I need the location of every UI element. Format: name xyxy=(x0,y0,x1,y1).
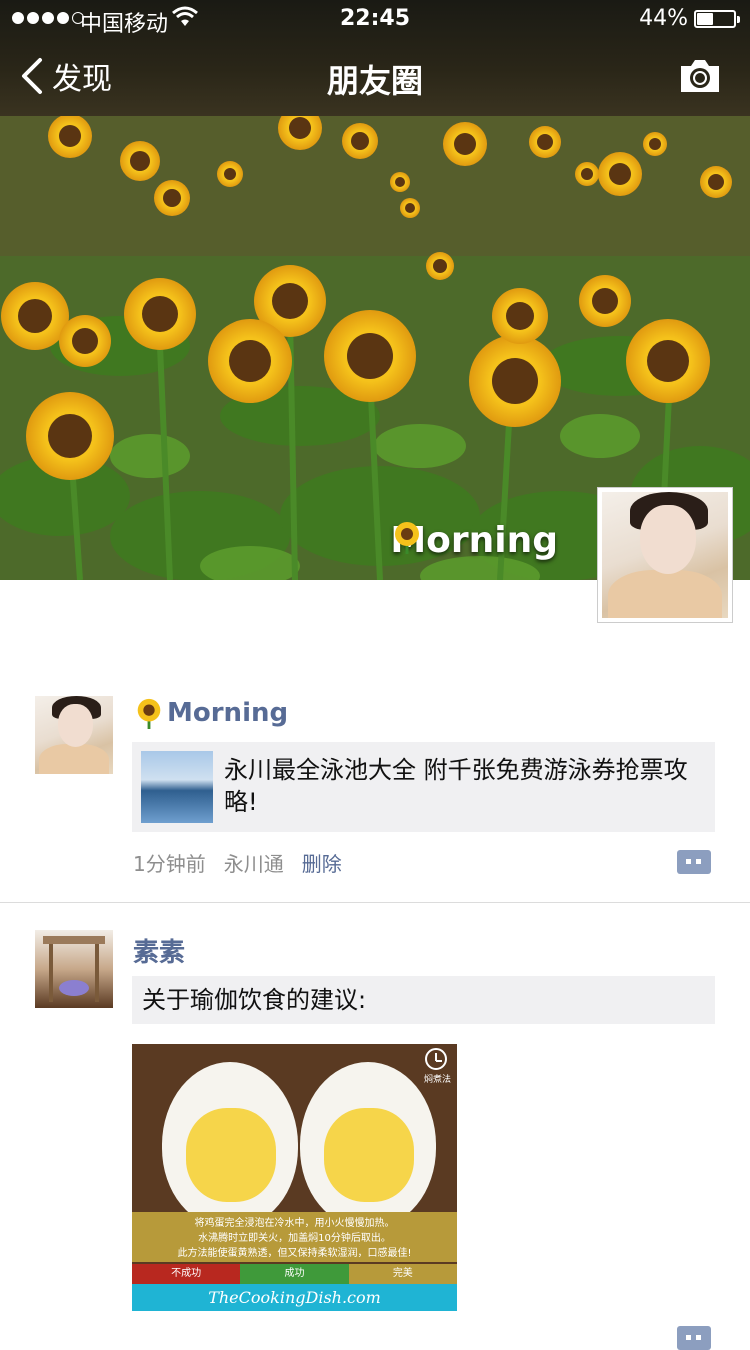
sunflower-icon xyxy=(395,522,420,554)
image-brand: TheCookingDish.com xyxy=(132,1284,457,1311)
comment-icon[interactable] xyxy=(677,850,711,874)
divider xyxy=(0,902,750,903)
camera-icon[interactable] xyxy=(678,58,722,94)
caption-line: 此方法能使蛋黄熟透，但又保持柔软湿润，口感最佳! xyxy=(177,1248,412,1259)
clock-time: 22:45 xyxy=(339,6,411,31)
post-author-name[interactable]: Morning xyxy=(133,696,288,730)
post-author-avatar[interactable] xyxy=(35,930,113,1008)
status-bar: 中国移动 22:45 44% xyxy=(0,0,750,40)
post-source[interactable]: 永川通 xyxy=(224,848,284,877)
post-meta: 1分钟前 永川通 删除 xyxy=(133,848,342,877)
caption-line: 水沸腾时立即关火，加盖焖10分钟后取出。 xyxy=(198,1233,391,1244)
post-text: 关于瑜伽饮食的建议: xyxy=(132,976,715,1024)
post-time: 1分钟前 xyxy=(133,852,206,876)
caption-line: 将鸡蛋完全浸泡在冷水中，用小火慢慢加热。 xyxy=(194,1218,395,1229)
avatar-image xyxy=(35,696,113,774)
delete-button[interactable]: 删除 xyxy=(302,848,342,877)
avatar-image xyxy=(602,492,728,618)
profile-avatar[interactable] xyxy=(597,487,733,623)
top-header: 中国移动 22:45 44% 发现 朋友圈 xyxy=(0,0,750,116)
battery-percent: 44% xyxy=(639,6,688,31)
post-author-name[interactable]: 素素 xyxy=(133,932,185,969)
image-tag: 成功 xyxy=(240,1264,349,1284)
image-clock-label: 焖煮法 xyxy=(423,1075,451,1085)
author-name-label: Morning xyxy=(167,698,289,728)
shared-link-card[interactable]: 永川最全泳池大全 附千张免费游泳券抢票攻略! xyxy=(132,742,715,832)
cover-user-name[interactable]: Morning xyxy=(390,520,558,561)
alarm-clock-icon xyxy=(425,1048,447,1070)
comment-icon[interactable] xyxy=(677,1326,711,1350)
page-title: 朋友圈 xyxy=(326,62,423,100)
link-thumbnail xyxy=(141,751,213,823)
image-caption: 将鸡蛋完全浸泡在冷水中，用小火慢慢加热。 水沸腾时立即关火，加盖焖10分钟后取出… xyxy=(132,1212,457,1262)
image-tag: 完美 xyxy=(348,1264,457,1284)
link-title: 永川最全泳池大全 附千张免费游泳券抢票攻略! xyxy=(224,756,688,816)
battery-level xyxy=(697,13,713,25)
image-tags: 不成功 成功 完美 xyxy=(132,1264,457,1284)
post-author-avatar[interactable] xyxy=(35,696,113,774)
image-tag: 不成功 xyxy=(132,1264,241,1284)
post-image[interactable]: 焖煮法 将鸡蛋完全浸泡在冷水中，用小火慢慢加热。 水沸腾时立即关火，加盖焖10分… xyxy=(132,1044,457,1311)
sunflower-icon xyxy=(137,698,161,729)
battery-icon xyxy=(694,10,740,28)
